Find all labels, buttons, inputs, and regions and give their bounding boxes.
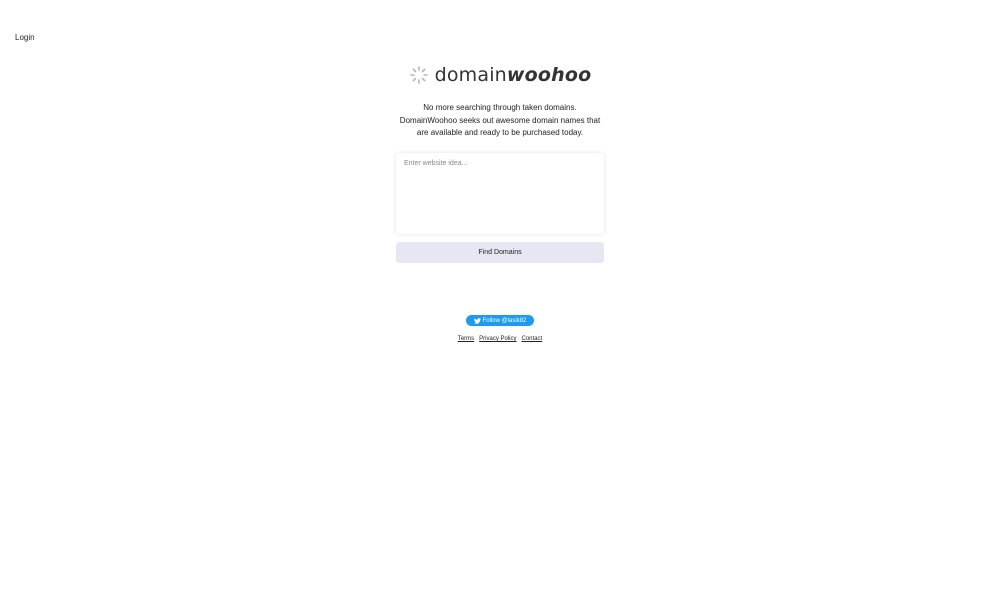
spinner-icon <box>409 65 429 85</box>
footer-link-contact[interactable]: Contact <box>522 336 543 342</box>
find-domains-button[interactable]: Find Domains <box>396 242 604 263</box>
footer-links: Terms Privacy Policy Contact <box>0 336 1000 342</box>
twitter-follow-label: Follow @lasik82 <box>482 317 527 324</box>
website-idea-input[interactable] <box>396 153 604 234</box>
twitter-follow-button[interactable]: Follow @lasik82 <box>466 315 534 326</box>
page: Login domainwoohoo No more searching thr… <box>0 0 1000 600</box>
logo: domainwoohoo <box>0 64 1000 86</box>
logo-text-plain: domain <box>434 64 507 86</box>
footer-link-privacy-policy[interactable]: Privacy Policy <box>479 336 516 342</box>
logo-text-emphasis: woohoo <box>506 64 592 86</box>
tagline: No more searching through taken domains.… <box>399 103 601 137</box>
login-link[interactable]: Login <box>15 33 35 42</box>
logo-wordmark: domainwoohoo <box>435 64 592 86</box>
twitter-bird-icon <box>473 317 481 324</box>
footer-link-terms[interactable]: Terms <box>458 336 474 342</box>
